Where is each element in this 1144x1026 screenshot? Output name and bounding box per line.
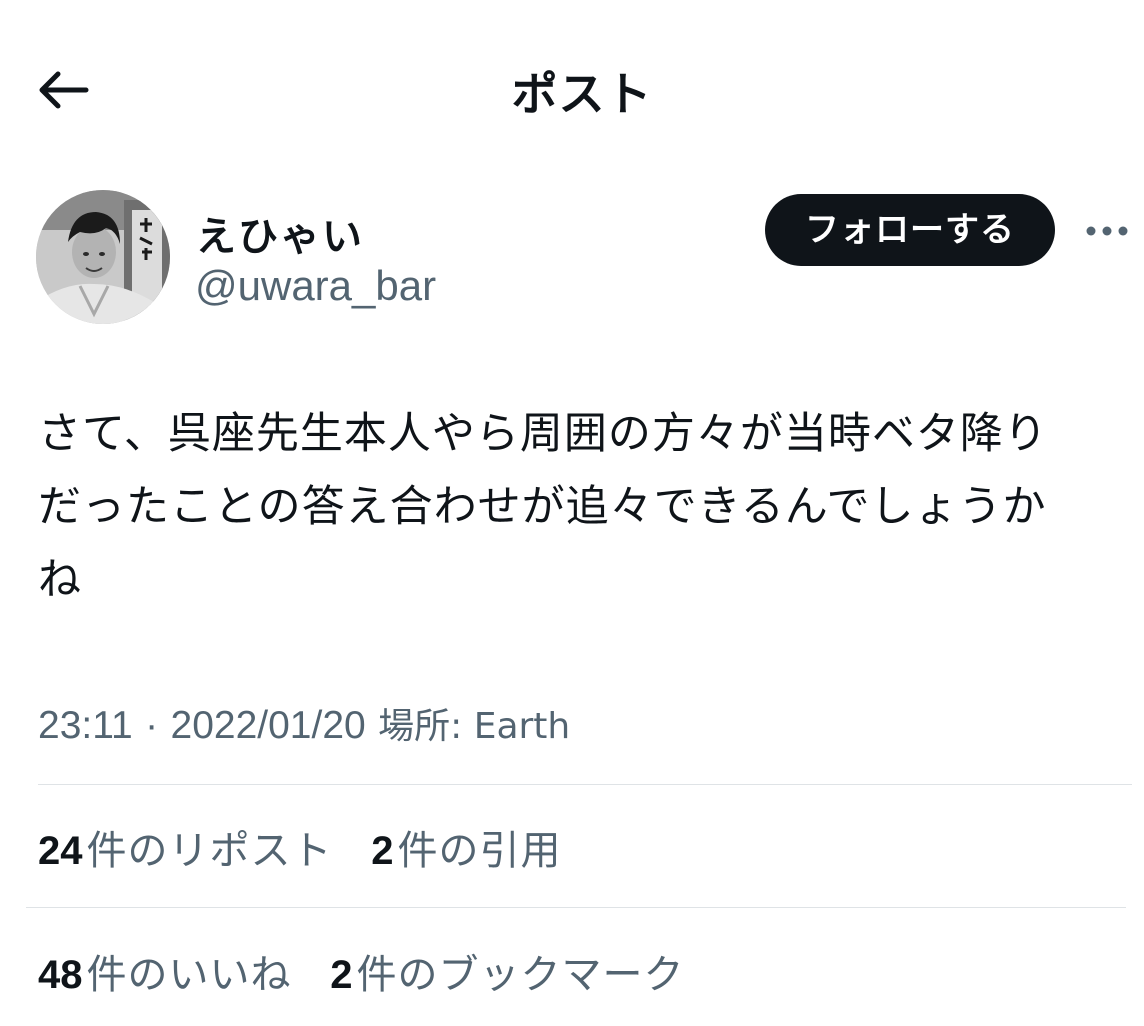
meta-separator: · <box>145 704 159 747</box>
tweet-location[interactable]: 場所: Earth <box>378 706 570 747</box>
page-title: ポスト <box>511 67 653 121</box>
tweet-meta: 23:11 · 2022/01/20 場所: Earth <box>38 697 570 749</box>
tweet-time[interactable]: 23:11 <box>38 704 133 747</box>
top-bar: ポスト <box>0 0 1144 180</box>
reposts-stat[interactable]: 24 件のリポスト <box>38 818 333 876</box>
tweet-body: さて、呉座先生本人やら周囲の方々が当時ベタ降り だったことの答え合わせが追々でき… <box>38 398 1138 617</box>
quotes-label: 件の引用 <box>397 828 562 874</box>
divider <box>26 907 1126 908</box>
tweet-line: だったことの答え合わせが追々できるんでしょうか <box>38 482 1047 532</box>
more-options-icon[interactable] <box>1084 216 1130 246</box>
tweet-date[interactable]: 2022/01/20 <box>171 704 366 747</box>
tweet-line: ね <box>38 555 82 605</box>
quotes-count: 2 <box>371 829 394 873</box>
avatar[interactable] <box>36 190 170 324</box>
bookmarks-count: 2 <box>330 953 353 997</box>
bookmarks-label: 件のブックマーク <box>356 952 685 998</box>
quotes-stat[interactable]: 2 件の引用 <box>371 818 561 876</box>
divider <box>38 784 1132 785</box>
likes-stat[interactable]: 48 件のいいね <box>38 942 292 1000</box>
author-handle[interactable]: @uwara_bar <box>195 262 436 310</box>
stats-row-likes: 48 件のいいね 2 件のブックマーク <box>38 942 710 1000</box>
stats-row-reposts: 24 件のリポスト 2 件の引用 <box>38 818 587 876</box>
reposts-count: 24 <box>38 829 83 873</box>
reposts-label: 件のリポスト <box>86 828 333 874</box>
likes-count: 48 <box>38 953 83 997</box>
avatar-photo-icon <box>36 190 170 324</box>
tweet-line: さて、呉座先生本人やら周囲の方々が当時ベタ降り <box>38 409 1048 459</box>
likes-label: 件のいいね <box>86 952 292 998</box>
bookmarks-stat[interactable]: 2 件のブックマーク <box>330 942 684 1000</box>
follow-button[interactable]: フォローする <box>765 194 1055 266</box>
author-display-name[interactable]: えひゃい <box>196 204 364 262</box>
